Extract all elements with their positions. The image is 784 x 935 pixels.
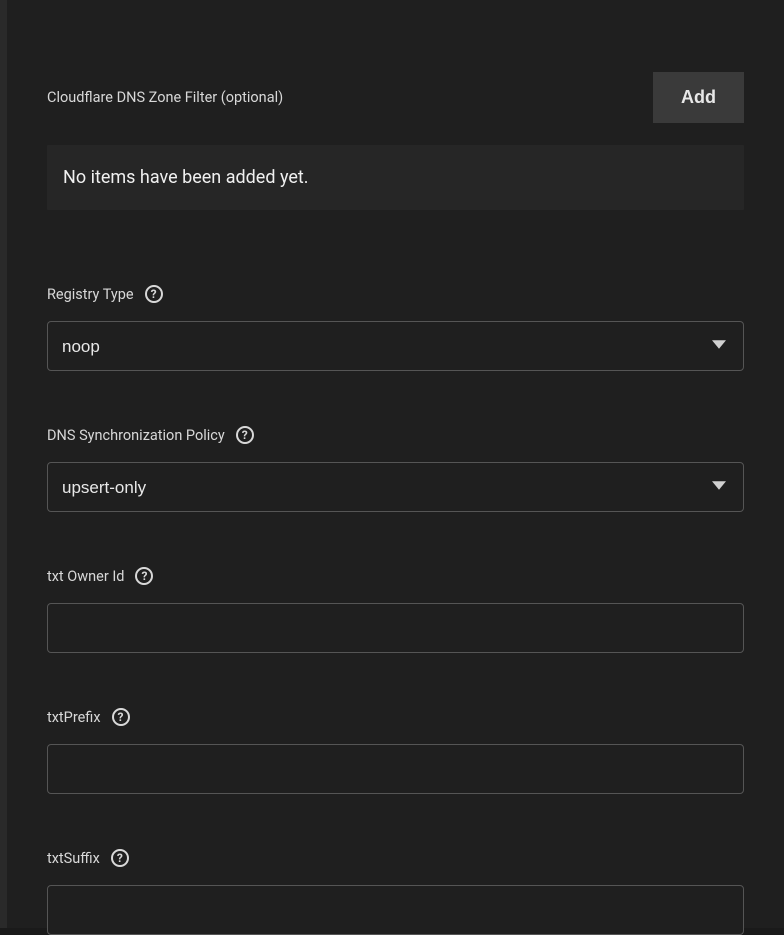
txt-suffix-label: txtSuffix	[47, 850, 100, 867]
txt-owner-id-input[interactable]	[47, 603, 744, 653]
form-panel: Cloudflare DNS Zone Filter (optional) Ad…	[7, 0, 784, 928]
registry-type-select-wrap: noop	[47, 321, 744, 371]
help-icon[interactable]: ?	[112, 708, 130, 726]
txt-prefix-label: txtPrefix	[47, 709, 101, 726]
txt-suffix-label-row: txtSuffix ?	[47, 849, 744, 867]
registry-type-label: Registry Type	[47, 286, 134, 303]
sync-policy-field: DNS Synchronization Policy ? upsert-only	[47, 426, 744, 512]
txt-prefix-input[interactable]	[47, 744, 744, 794]
zone-filter-header: Cloudflare DNS Zone Filter (optional) Ad…	[47, 0, 744, 123]
help-icon[interactable]: ?	[135, 567, 153, 585]
txt-suffix-field: txtSuffix ?	[47, 849, 744, 935]
registry-type-select[interactable]: noop	[47, 321, 744, 371]
txt-prefix-label-row: txtPrefix ?	[47, 708, 744, 726]
txt-owner-id-label: txt Owner Id	[47, 568, 124, 585]
help-icon[interactable]: ?	[236, 426, 254, 444]
help-icon[interactable]: ?	[111, 849, 129, 867]
registry-type-label-row: Registry Type ?	[47, 285, 744, 303]
txt-prefix-field: txtPrefix ?	[47, 708, 744, 794]
zone-filter-label: Cloudflare DNS Zone Filter (optional)	[47, 89, 283, 106]
add-button[interactable]: Add	[653, 72, 744, 123]
sync-policy-label-row: DNS Synchronization Policy ?	[47, 426, 744, 444]
sync-policy-label: DNS Synchronization Policy	[47, 427, 225, 444]
txt-owner-id-label-row: txt Owner Id ?	[47, 567, 744, 585]
sync-policy-select[interactable]: upsert-only	[47, 462, 744, 512]
registry-type-field: Registry Type ? noop	[47, 285, 744, 371]
left-edge-strip	[0, 0, 7, 928]
txt-owner-id-field: txt Owner Id ?	[47, 567, 744, 653]
sync-policy-select-wrap: upsert-only	[47, 462, 744, 512]
zone-filter-empty-banner: No items have been added yet.	[47, 145, 744, 210]
help-icon[interactable]: ?	[145, 285, 163, 303]
